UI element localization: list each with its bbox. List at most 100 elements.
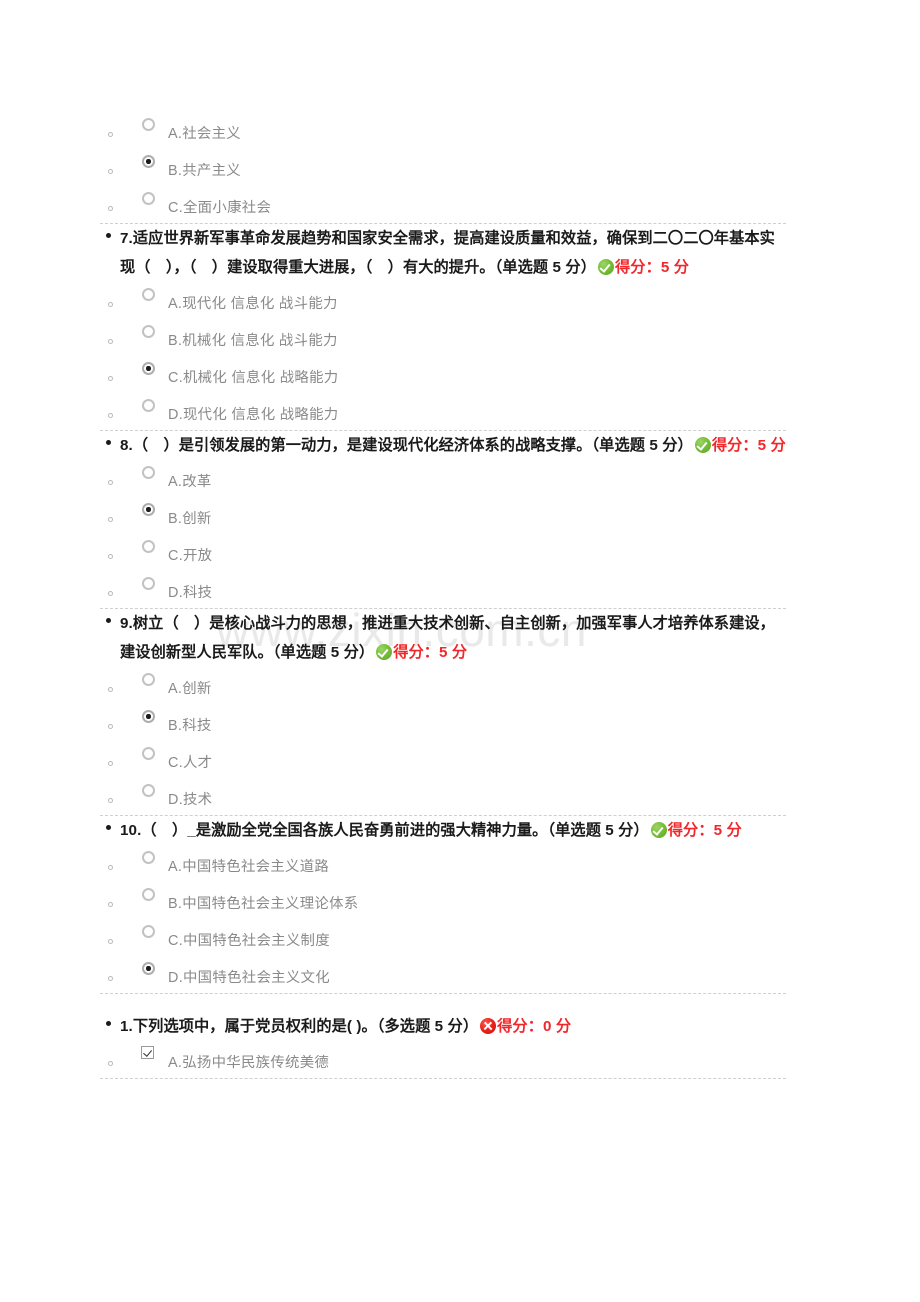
option-radio[interactable]: [142, 288, 155, 301]
option-row[interactable]: C.开放: [0, 534, 920, 571]
option-radio[interactable]: [142, 540, 155, 553]
option-row[interactable]: A.改革: [0, 460, 920, 497]
option-label: D.现代化 信息化 战略能力: [168, 407, 339, 423]
option-radio[interactable]: [142, 155, 155, 168]
correct-icon: [376, 644, 393, 660]
option-radio[interactable]: [142, 925, 155, 938]
score-text: 得分：5 分: [393, 644, 468, 661]
top-spacer: [0, 0, 920, 112]
question-block: 7.适应世界新军事革命发展趋势和国家安全需求，提高建设质量和效益，确保到二〇二〇…: [0, 224, 920, 431]
option-row[interactable]: A.创新: [0, 667, 920, 704]
question-text: 9.树立（ ）是核心战斗力的思想，推进重大技术创新、自主创新，加强军事人才培养体…: [120, 609, 790, 667]
question-block: 10.（ ）_是激励全党全国各族人民奋勇前进的强大精神力量。（单选题 5 分） 得…: [0, 816, 920, 994]
option-row[interactable]: C.中国特色社会主义制度: [0, 919, 920, 956]
section-divider: [100, 1078, 786, 1079]
option-row[interactable]: D.现代化 信息化 战略能力: [0, 393, 920, 430]
option-row[interactable]: A.弘扬中华民族传统美德: [0, 1041, 920, 1078]
correct-icon: [598, 259, 614, 275]
option-label: A.创新: [168, 681, 212, 697]
option-radio[interactable]: [142, 466, 155, 479]
option-bullet-icon: [108, 302, 113, 307]
option-label: B.创新: [168, 511, 212, 527]
option-bullet-icon: [108, 724, 113, 729]
option-radio[interactable]: [142, 673, 155, 686]
bullet-icon: [106, 440, 111, 445]
question-block: 1.下列选项中，属于党员权利的是( )。（多选题 5 分） 得分：0 分 A.弘扬中…: [0, 994, 920, 1079]
score-text: 得分：5 分: [615, 259, 690, 276]
option-radio[interactable]: [142, 325, 155, 338]
option-bullet-icon: [108, 761, 113, 766]
option-radio[interactable]: [142, 577, 155, 590]
option-label: B.机械化 信息化 战斗能力: [168, 333, 338, 349]
option-radio[interactable]: [142, 888, 155, 901]
option-radio[interactable]: [142, 710, 155, 723]
option-row[interactable]: D.科技: [0, 571, 920, 608]
option-radio[interactable]: [142, 192, 155, 205]
option-label: C.开放: [168, 548, 213, 564]
option-bullet-icon: [108, 687, 113, 692]
question-stem: 8.（ ）是引领发展的第一动力，是建设现代化经济体系的战略支撑。（单选题 5 分…: [120, 437, 693, 454]
option-bullet-icon: [108, 169, 113, 174]
option-bullet-icon: [108, 339, 113, 344]
option-bullet-icon: [108, 132, 113, 137]
option-row[interactable]: B.创新: [0, 497, 920, 534]
option-row[interactable]: C.人才: [0, 741, 920, 778]
option-row[interactable]: A.社会主义: [0, 112, 920, 149]
option-label: C.人才: [168, 755, 213, 771]
option-row[interactable]: B.机械化 信息化 战斗能力: [0, 319, 920, 356]
question-text: 7.适应世界新军事革命发展趋势和国家安全需求，提高建设质量和效益，确保到二〇二〇…: [120, 224, 790, 282]
question-text: 10.（ ）_是激励全党全国各族人民奋勇前进的强大精神力量。（单选题 5 分） 得…: [120, 816, 790, 845]
question-block: 8.（ ）是引领发展的第一动力，是建设现代化经济体系的战略支撑。（单选题 5 分…: [0, 431, 920, 609]
score-text: 得分：5 分: [667, 822, 742, 839]
option-checkbox[interactable]: [141, 1046, 154, 1059]
question-stem: 1.下列选项中，属于党员权利的是( )。（多选题 5 分）: [120, 1018, 479, 1035]
option-bullet-icon: [108, 376, 113, 381]
option-bullet-icon: [108, 591, 113, 596]
option-label: B.中国特色社会主义理论体系: [168, 896, 359, 912]
option-row[interactable]: C.全面小康社会: [0, 186, 920, 223]
bullet-icon: [106, 233, 111, 238]
correct-icon: [694, 437, 711, 453]
option-bullet-icon: [108, 480, 113, 485]
question-header: 8.（ ）是引领发展的第一动力，是建设现代化经济体系的战略支撑。（单选题 5 分…: [0, 431, 920, 460]
option-row[interactable]: C.机械化 信息化 战略能力: [0, 356, 920, 393]
option-radio[interactable]: [142, 747, 155, 760]
option-radio[interactable]: [142, 362, 155, 375]
option-label: A.改革: [168, 474, 212, 490]
question-header: 1.下列选项中，属于党员权利的是( )。（多选题 5 分） 得分：0 分: [0, 1012, 920, 1041]
question-block: A.社会主义 B.共产主义 C.全面小康社会: [0, 112, 920, 224]
option-label: A.弘扬中华民族传统美德: [168, 1055, 330, 1071]
option-row[interactable]: D.中国特色社会主义文化: [0, 956, 920, 993]
bullet-icon: [106, 825, 111, 830]
option-label: C.机械化 信息化 战略能力: [168, 370, 339, 386]
question-block: 9.树立（ ）是核心战斗力的思想，推进重大技术创新、自主创新，加强军事人才培养体…: [0, 609, 920, 816]
option-label: C.中国特色社会主义制度: [168, 933, 330, 949]
option-bullet-icon: [108, 413, 113, 418]
option-label: A.社会主义: [168, 126, 241, 142]
option-radio[interactable]: [142, 503, 155, 516]
option-label: C.全面小康社会: [168, 200, 272, 216]
option-row[interactable]: B.中国特色社会主义理论体系: [0, 882, 920, 919]
option-bullet-icon: [108, 976, 113, 981]
option-bullet-icon: [108, 1061, 113, 1066]
option-row[interactable]: B.科技: [0, 704, 920, 741]
option-radio[interactable]: [142, 399, 155, 412]
option-row[interactable]: B.共产主义: [0, 149, 920, 186]
option-row[interactable]: D.技术: [0, 778, 920, 815]
option-radio[interactable]: [142, 962, 155, 975]
option-bullet-icon: [108, 554, 113, 559]
question-header: 10.（ ）_是激励全党全国各族人民奋勇前进的强大精神力量。（单选题 5 分） 得…: [0, 816, 920, 845]
option-bullet-icon: [108, 798, 113, 803]
option-radio[interactable]: [142, 784, 155, 797]
option-label: B.共产主义: [168, 163, 241, 179]
option-radio[interactable]: [142, 851, 155, 864]
question-header: 7.适应世界新军事革命发展趋势和国家安全需求，提高建设质量和效益，确保到二〇二〇…: [0, 224, 920, 282]
option-label: D.技术: [168, 792, 213, 808]
question-stem: 10.（ ）_是激励全党全国各族人民奋勇前进的强大精神力量。（单选题 5 分）: [120, 822, 649, 839]
option-label: A.中国特色社会主义道路: [168, 859, 330, 875]
option-row[interactable]: A.现代化 信息化 战斗能力: [0, 282, 920, 319]
option-row[interactable]: A.中国特色社会主义道路: [0, 845, 920, 882]
option-label: B.科技: [168, 718, 212, 734]
option-radio[interactable]: [142, 118, 155, 131]
